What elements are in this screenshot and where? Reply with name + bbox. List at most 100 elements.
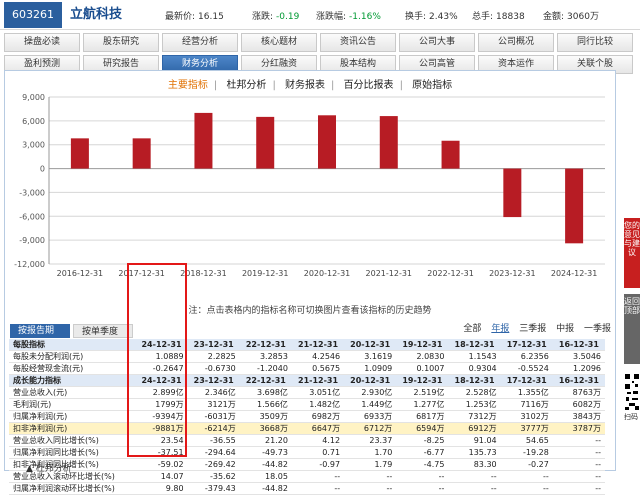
filter-annual[interactable]: 年报 [491,324,509,334]
table-row: 毛利润(元) 1799万 3121万 1.566亿 1.482亿 1.449亿 1.277亿… [9,398,605,412]
dupont-section-title: ▲ 杜邦分析 [26,464,72,474]
table-cell: -294.64 [187,446,240,460]
table-cell: -- [448,470,501,484]
deducted-net-profit-chart: 9,000 6,000 3,000 0 -3,000 -6,000 -9,000 -12,00… [14,93,605,278]
tab-core-themes[interactable]: 核心题材 [241,33,317,52]
table-cell: 6912万 [448,422,501,436]
table-cell: 3121万 [187,398,240,412]
x-tick-label: 2020-12-31 [304,269,351,278]
table-row: 归属净利润(元) -9394万 -6031万 3509万 6982万 6933万 6817万… [9,410,605,424]
row-label[interactable]: 归属净利润滚动环比增长(%) [9,482,136,495]
row-label[interactable]: 归属净利润同比增长(%) [9,446,136,460]
table-cell: 1.355亿 [500,386,553,400]
table-cell: -6.77 [396,446,449,460]
table-section-header: 成长能力指标 24-12-31 23-12-31 22-12-31 21-12-31 20… [9,374,605,388]
table-cell: -19.28 [500,446,553,460]
table-cell: 1.449亿 [344,398,397,412]
row-label[interactable]: 营业总收入同比增长(%) [9,434,136,448]
table-cell: 8763万 [552,386,605,400]
row-label[interactable]: 每股未分配利润(元) [9,350,136,364]
stock-name[interactable]: 立航科技 [70,4,122,26]
f10-tab-grid: 操盘必读 股东研究 经营分析 核心题材 资讯公告 公司大事 公司概况 同行比较 … [4,30,636,74]
stock-quote-bar: 603261 立航科技 最新价: 16.15 涨跌: -0.19 涨跌幅: -1.16… [0,0,640,30]
table-cell: 23-12-31 [187,339,240,352]
row-label: 成长能力指标 [9,374,136,388]
table-cell: 18.05 [239,470,292,484]
row-label[interactable]: 归属净利润(元) [9,410,136,424]
filter-q1[interactable]: 一季报 [584,324,611,334]
filter-interim[interactable]: 中报 [556,324,574,334]
table-row: 扣非净利润同比增长(%) -59.02 -269.42 -44.82 -0.97 1.79… [9,458,605,472]
table-cell: -379.43 [187,482,240,495]
table-cell: 2.2825 [187,350,240,364]
y-tick-label: 6,000 [22,117,45,126]
table-cell: -6031万 [187,410,240,424]
table-cell: -- [500,470,553,484]
table-cell: -- [500,482,553,495]
feedback-button[interactable]: 您的意见与建议 [624,218,640,288]
table-cell: 23.37 [344,434,397,448]
table-cell: -- [552,482,605,495]
tab-peer-comparison[interactable]: 同行比较 [557,33,633,52]
row-label[interactable]: 扣非净利润(元) [9,422,136,436]
table-cell: -4.75 [396,458,449,472]
table-cell: 23-12-31 [187,374,240,388]
table-cell: 6933万 [344,410,397,424]
table-cell: -- [291,482,345,495]
table-cell: -0.6730 [187,362,240,376]
table-cell: 0.71 [291,446,345,460]
table-cell: 3.2853 [239,350,292,364]
table-row: 每股未分配利润(元) 1.0889 2.2825 3.2853 4.2546 3.1619… [9,350,605,364]
table-cell: 1.482亿 [291,398,345,412]
table-cell: 3509万 [239,410,292,424]
table-cell: 0.1007 [396,362,449,376]
highlight-annotation-box [127,263,187,457]
table-cell: -0.5524 [500,362,553,376]
quote-volume: 总手: 18838 [472,12,525,22]
table-cell: 9.80 [135,482,188,495]
table-cell: 1.277亿 [396,398,449,412]
back-to-top-button[interactable]: 返回顶部 [624,294,640,364]
bar [132,138,151,169]
x-tick-label: 2018-12-31 [180,269,227,278]
table-cell: 4.2546 [291,350,345,364]
table-cell: 6712万 [344,422,397,436]
table-cell: -- [396,482,449,495]
table-cell: 6.2356 [500,350,553,364]
table-row: 每股经营现金流(元) -0.2647 -0.6730 -1.2040 0.5675 1.0… [9,362,605,376]
filter-q3[interactable]: 三季报 [519,324,546,334]
tab-news[interactable]: 资讯公告 [320,33,396,52]
table-cell: 16-12-31 [552,339,605,352]
table-cell: 22-12-31 [239,339,292,352]
table-cell: 3668万 [239,422,292,436]
y-tick-label: -6,000 [19,212,45,221]
tab-company-profile[interactable]: 公司概况 [478,33,554,52]
tab-company-events[interactable]: 公司大事 [399,33,475,52]
bar [194,112,213,169]
x-tick-label: 2023-12-31 [489,269,536,278]
bar [318,115,336,169]
row-label[interactable]: 营业总收入(元) [9,386,136,400]
y-tick-label: -3,000 [19,188,45,197]
tab-caopan[interactable]: 操盘必读 [4,33,80,52]
tab-operations[interactable]: 经营分析 [162,33,238,52]
row-label[interactable]: 每股经营现金流(元) [9,362,136,376]
by-report-period-button[interactable]: 按报告期 [10,324,70,338]
y-tick-label: 9,000 [22,93,45,102]
by-single-quarter-button[interactable]: 按单季度 [73,324,133,338]
table-cell: -- [552,458,605,472]
row-label[interactable]: 毛利润(元) [9,398,136,412]
tab-shareholders[interactable]: 股东研究 [83,33,159,52]
financial-indicators-table: 每股指标 24-12-31 23-12-31 22-12-31 21-12-31 20-1… [9,339,605,495]
bar [441,140,460,169]
table-cell: -36.55 [187,434,240,448]
table-cell: 17-12-31 [500,374,553,388]
y-tick-label: -9,000 [19,236,45,245]
table-row: 扣非净利润(元) -9881万 -6214万 3668万 6647万 6712万 6594万… [9,422,605,436]
table-cell: -8.25 [396,434,449,448]
table-cell: 2.930亿 [344,386,397,400]
x-tick-label: 2022-12-31 [427,269,474,278]
filter-all[interactable]: 全部 [463,324,481,334]
table-cell: 21-12-31 [291,339,345,352]
table-cell: 0.5675 [291,362,345,376]
